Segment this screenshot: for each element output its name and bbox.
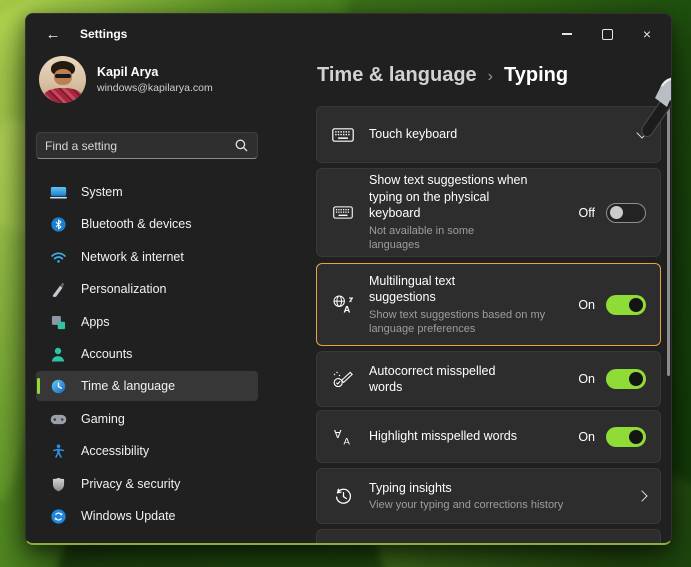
user-name: Kapil Arya bbox=[97, 65, 213, 79]
toggle-autocorrect[interactable] bbox=[606, 369, 646, 389]
toggle-highlight-misspelled[interactable] bbox=[606, 427, 646, 447]
setting-card-touch-keyboard[interactable]: Touch keyboard bbox=[316, 106, 661, 163]
chevron-right-icon[interactable] bbox=[636, 490, 647, 501]
toggle-state-label: Off bbox=[579, 206, 595, 220]
chevron-down-icon[interactable] bbox=[636, 127, 647, 138]
avatar bbox=[39, 56, 86, 103]
setting-title: Highlight misspelled words bbox=[369, 428, 578, 445]
accessibility-icon bbox=[49, 444, 67, 459]
breadcrumb: Time & language › Typing bbox=[317, 64, 568, 87]
sidebar-item-system[interactable]: System bbox=[36, 177, 258, 207]
sidebar-item-gaming[interactable]: Gaming bbox=[36, 404, 258, 434]
apps-icon bbox=[49, 315, 67, 330]
toggle-state-label: On bbox=[578, 430, 595, 444]
back-arrow-icon: ← bbox=[46, 26, 61, 43]
wifi-icon bbox=[49, 251, 67, 264]
sidebar-item-time-language[interactable]: Time & language bbox=[36, 371, 258, 401]
setting-card-highlight-misspelled[interactable]: ∀ A Highlight misspelled words On bbox=[316, 410, 661, 463]
update-icon bbox=[49, 509, 67, 524]
setting-card-physical-keyboard-suggestions[interactable]: Show text suggestions when typing on the… bbox=[316, 168, 661, 257]
toggle-knob bbox=[610, 206, 623, 219]
settings-window: ← Settings × Kapil Arya windows@kapilary… bbox=[25, 13, 672, 545]
setting-title: Touch keyboard bbox=[369, 126, 638, 143]
toggle-multilingual-suggestions[interactable] bbox=[606, 295, 646, 315]
setting-card-multilingual-suggestions[interactable]: A Multilingual text suggestions Show tex… bbox=[316, 263, 661, 346]
sidebar-item-windows-update[interactable]: Windows Update bbox=[36, 501, 258, 531]
setting-description: View your typing and corrections history bbox=[369, 498, 638, 512]
search-box[interactable] bbox=[36, 132, 258, 159]
history-icon bbox=[331, 487, 355, 506]
chevron-separator-icon: › bbox=[488, 68, 493, 86]
minimize-icon bbox=[562, 33, 572, 34]
sidebar-item-privacy[interactable]: Privacy & security bbox=[36, 469, 258, 499]
sidebar-item-label: Personalization bbox=[81, 282, 166, 296]
sidebar-item-label: System bbox=[81, 185, 123, 199]
keyboard-icon bbox=[331, 128, 355, 142]
scrollbar[interactable] bbox=[667, 108, 670, 376]
person-icon bbox=[49, 347, 67, 362]
clock-icon bbox=[49, 379, 67, 394]
bluetooth-icon bbox=[49, 217, 67, 232]
sidebar-item-accounts[interactable]: Accounts bbox=[36, 339, 258, 369]
setting-description: Show text suggestions based on my langua… bbox=[369, 308, 565, 337]
sidebar-item-label: Privacy & security bbox=[81, 477, 180, 491]
window-title: Settings bbox=[80, 27, 127, 41]
search-icon bbox=[235, 139, 248, 152]
sidebar-item-label: Apps bbox=[81, 315, 110, 329]
close-button[interactable]: × bbox=[627, 14, 667, 54]
proofing-glyph-bottom: A bbox=[343, 437, 350, 446]
user-profile[interactable]: Kapil Arya windows@kapilarya.com bbox=[39, 56, 213, 103]
user-email: windows@kapilarya.com bbox=[97, 82, 213, 94]
sidebar-item-apps[interactable]: Apps bbox=[36, 307, 258, 337]
sidebar-item-label: Accessibility bbox=[81, 444, 149, 458]
sidebar-item-personalization[interactable]: Personalization bbox=[36, 274, 258, 304]
close-icon: × bbox=[643, 27, 651, 41]
toggle-knob bbox=[629, 298, 643, 312]
gamepad-icon bbox=[49, 414, 67, 425]
sidebar-item-accessibility[interactable]: Accessibility bbox=[36, 436, 258, 466]
page-title: Typing bbox=[504, 64, 568, 87]
sidebar-item-label: Gaming bbox=[81, 412, 125, 426]
translate-globe-icon: A bbox=[331, 295, 355, 314]
breadcrumb-parent[interactable]: Time & language bbox=[317, 64, 477, 87]
toggle-physical-keyboard-suggestions[interactable] bbox=[606, 203, 646, 223]
sidebar-item-label: Windows Update bbox=[81, 509, 176, 523]
sidebar-item-bluetooth[interactable]: Bluetooth & devices bbox=[36, 209, 258, 239]
toggle-state-label: On bbox=[578, 372, 595, 386]
titlebar: ← Settings × bbox=[26, 14, 671, 54]
setting-title: Typing insights bbox=[369, 480, 638, 497]
back-button[interactable]: ← bbox=[38, 21, 68, 47]
proofing-glyph-top: ∀ bbox=[334, 429, 342, 441]
proofing-icon: ∀ A bbox=[331, 428, 355, 445]
window-controls: × bbox=[547, 14, 667, 54]
setting-description: Not available in some languages bbox=[369, 224, 519, 253]
minimize-button[interactable] bbox=[547, 14, 587, 54]
sidebar-item-label: Network & internet bbox=[81, 250, 184, 264]
selected-indicator bbox=[37, 378, 40, 394]
sidebar-item-network[interactable]: Network & internet bbox=[36, 242, 258, 272]
setting-card-autocorrect[interactable]: Autocorrect misspelled words On bbox=[316, 351, 661, 407]
maximize-icon bbox=[602, 29, 613, 40]
setting-card-partial[interactable] bbox=[316, 529, 661, 545]
maximize-button[interactable] bbox=[587, 14, 627, 54]
shield-icon bbox=[49, 477, 67, 492]
translate-letter: A bbox=[344, 305, 351, 315]
system-icon bbox=[49, 186, 67, 199]
desktop: ← Settings × Kapil Arya windows@kapilary… bbox=[0, 0, 691, 567]
sidebar-item-label: Accounts bbox=[81, 347, 132, 361]
sidebar-item-label: Bluetooth & devices bbox=[81, 217, 192, 231]
setting-card-typing-insights[interactable]: Typing insights View your typing and cor… bbox=[316, 468, 661, 524]
setting-title: Autocorrect misspelled words bbox=[369, 363, 521, 396]
sidebar-item-label: Time & language bbox=[81, 379, 175, 393]
pen-check-icon bbox=[331, 371, 355, 388]
toggle-state-label: On bbox=[578, 298, 595, 312]
toggle-knob bbox=[629, 372, 643, 386]
setting-title: Multilingual text suggestions bbox=[369, 273, 499, 306]
search-input[interactable] bbox=[37, 139, 235, 153]
keyboard-icon bbox=[331, 206, 355, 219]
brush-icon bbox=[49, 282, 67, 297]
setting-title: Show text suggestions when typing on the… bbox=[369, 172, 541, 222]
toggle-knob bbox=[629, 430, 643, 444]
